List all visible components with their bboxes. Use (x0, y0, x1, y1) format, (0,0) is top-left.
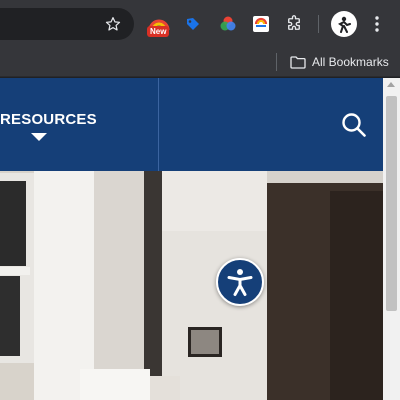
puzzle-icon (288, 15, 300, 30)
bookmarks-divider (276, 53, 277, 71)
bookmark-star-button[interactable] (100, 11, 126, 37)
extension-color-button[interactable] (215, 11, 241, 37)
profile-avatar-button[interactable] (331, 11, 357, 37)
page-scrollbar[interactable] (383, 78, 400, 400)
search-icon (342, 113, 366, 137)
extension-grid-button[interactable] (248, 11, 274, 37)
page-viewport: RESOURCES (0, 78, 383, 400)
bookmarks-bar: All Bookmarks (0, 47, 400, 77)
scroll-up-arrow-icon[interactable] (387, 82, 395, 87)
site-search-button[interactable] (340, 111, 368, 139)
accessibility-icon (227, 269, 253, 296)
star-icon (105, 17, 121, 31)
all-bookmarks-button[interactable]: All Bookmarks (290, 52, 389, 72)
color-dots-icon (220, 16, 236, 31)
hero-image (0, 171, 383, 400)
tag-icon (187, 18, 199, 30)
accessibility-button[interactable] (216, 258, 264, 306)
nav-divider (158, 78, 159, 171)
nav-item-resources[interactable]: RESOURCES (0, 111, 97, 128)
new-badge: New (147, 26, 170, 37)
browser-toolbar: New (0, 0, 400, 47)
toolbar-divider (318, 15, 319, 33)
scrollbar-thumb[interactable] (386, 96, 397, 311)
extensions-menu-button[interactable] (281, 11, 307, 37)
folder-icon (290, 55, 306, 69)
profile-avatar-icon (338, 16, 351, 33)
kebab-menu-icon (375, 16, 379, 32)
site-navigation: RESOURCES (0, 78, 383, 171)
browser-menu-button[interactable] (366, 11, 388, 37)
extension-new-button[interactable]: New (146, 11, 172, 37)
swirl-icon (253, 16, 269, 32)
extension-tag-button[interactable] (180, 11, 206, 37)
all-bookmarks-label: All Bookmarks (312, 55, 389, 69)
chevron-down-icon[interactable] (31, 133, 47, 141)
